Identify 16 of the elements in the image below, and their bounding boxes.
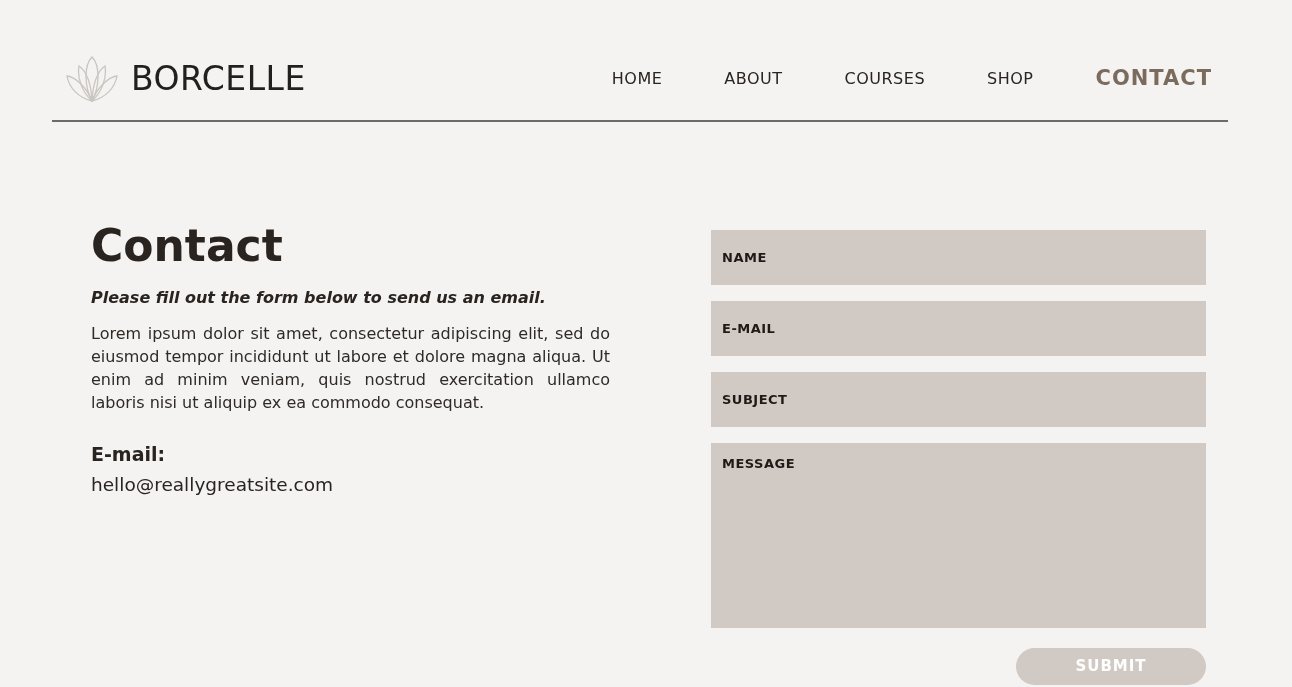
brand-name: BORCELLE: [131, 58, 306, 101]
email-label: E-mail:: [91, 442, 167, 467]
text-field[interactable]: E-MAIL: [711, 301, 1206, 356]
nav-link[interactable]: COURSES: [844, 67, 926, 91]
nav-link[interactable]: ABOUT: [724, 67, 783, 91]
nav-link[interactable]: SHOP: [987, 67, 1034, 91]
message-field[interactable]: MESSAGE: [711, 443, 1206, 628]
text-field[interactable]: NAME: [711, 230, 1206, 285]
page-heading: Contact: [91, 224, 284, 268]
nav-link[interactable]: HOME: [611, 67, 663, 91]
text-field[interactable]: SUBJECT: [711, 372, 1206, 427]
intro-paragraph: Lorem ipsum dolor sit amet, consectetur adipiscing elit, sed do eiusmod tempor incididunt ut labore et dolore magna aliqua. Ut enim ad minim veniam, quis nostrud exercitation ullamco laboris nisi ut aliquip ex ea commodo consequat.: [91, 323, 610, 414]
email-address: hello@reallygreatsite.com: [91, 472, 335, 497]
subtitle-text: Please fill out the form below to send us an email.: [91, 287, 547, 309]
nav-link[interactable]: CONTACT: [1095, 63, 1212, 95]
lotus-icon: [65, 56, 119, 102]
